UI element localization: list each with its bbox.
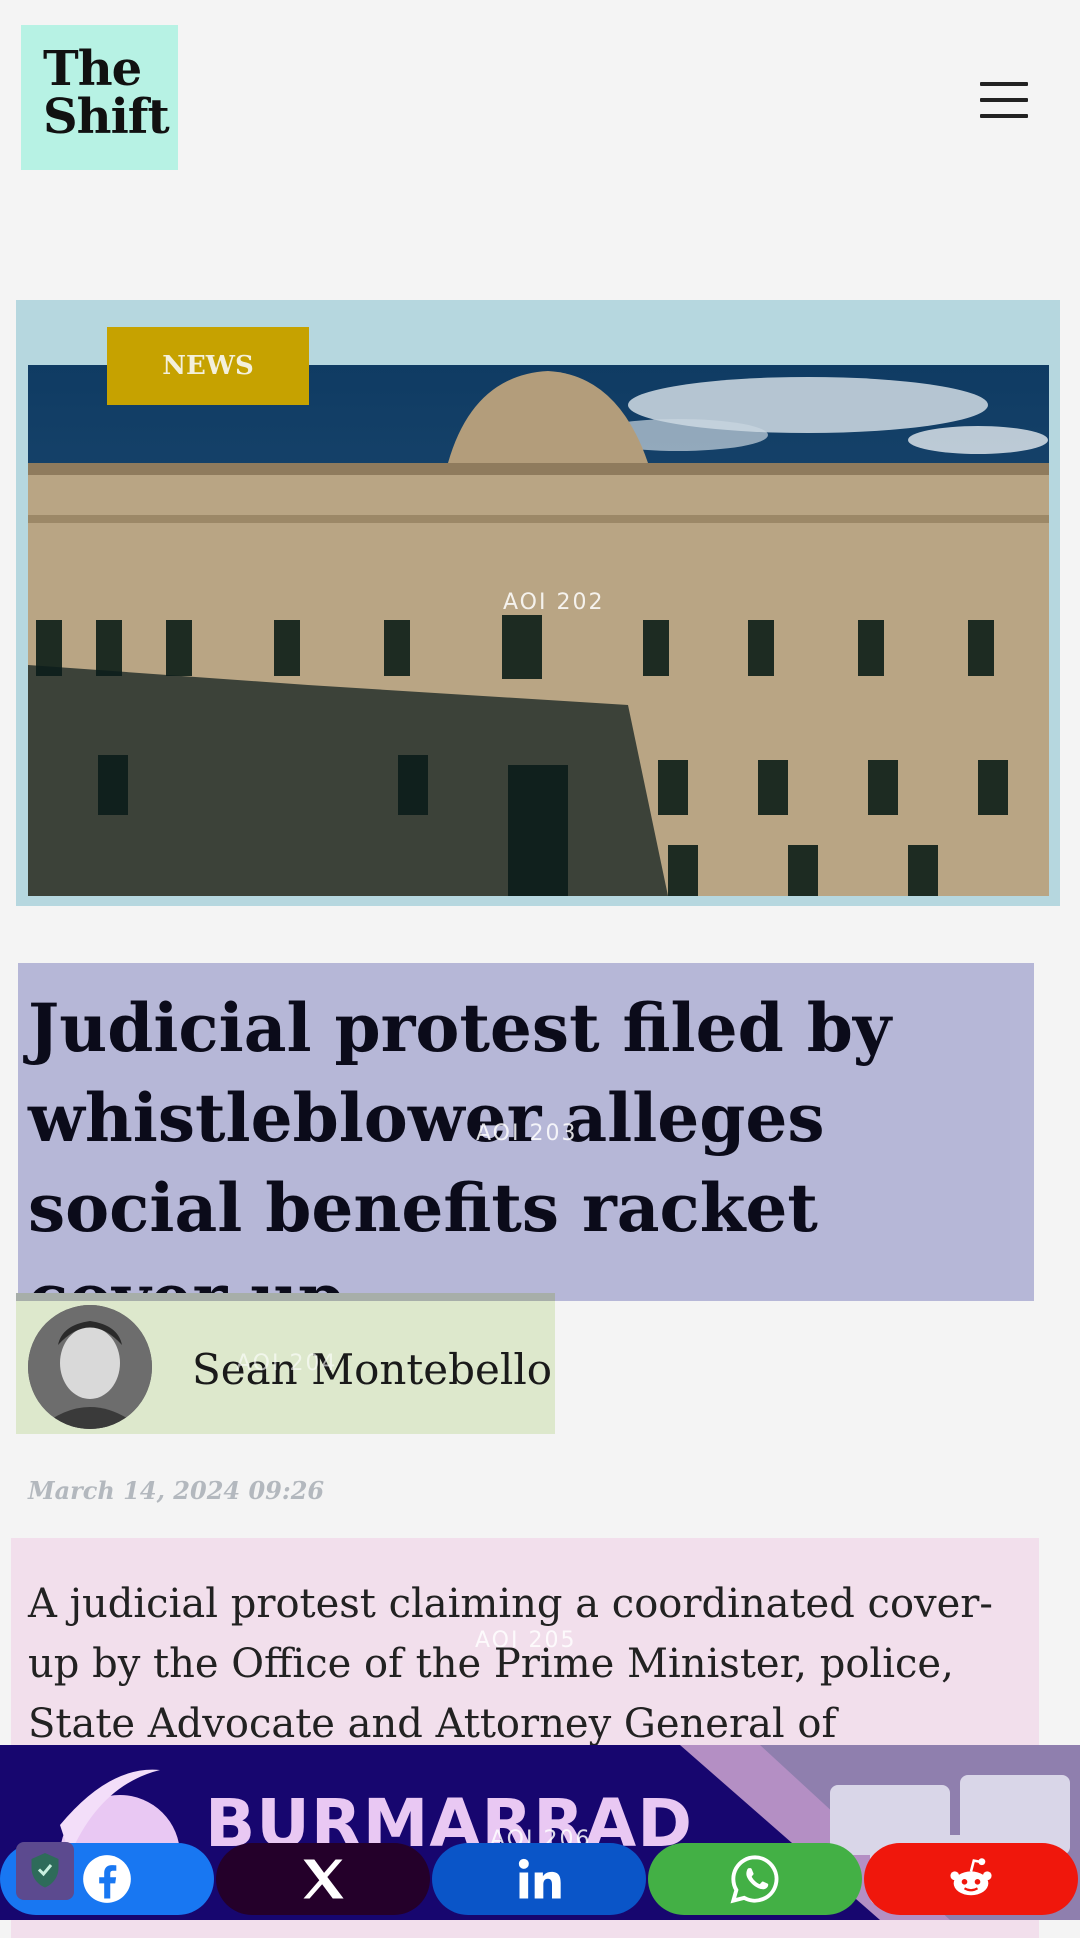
- hero-image: AOI 202: [28, 365, 1049, 896]
- hamburger-icon[interactable]: [980, 82, 1028, 122]
- facebook-icon: [83, 1855, 131, 1903]
- whatsapp-icon: [730, 1855, 779, 1904]
- author-avatar: [28, 1305, 152, 1429]
- privacy-shield-icon[interactable]: [16, 1842, 74, 1900]
- reddit-icon: [950, 1858, 992, 1896]
- aoi-label-203: AOI 203: [476, 1121, 578, 1146]
- author-block[interactable]: Sean Montebello AOI 204: [16, 1293, 555, 1434]
- linkedin-icon: [518, 1858, 561, 1899]
- share-linkedin-button[interactable]: [432, 1843, 646, 1915]
- publish-date: March 14, 2024 09:26: [28, 1476, 325, 1505]
- share-x-button[interactable]: [216, 1843, 430, 1915]
- logo-text: The Shift: [43, 41, 170, 145]
- share-bar: [0, 1843, 1080, 1915]
- logo-line-1: The: [43, 41, 142, 97]
- aoi-label-202: AOI 202: [503, 590, 605, 615]
- share-whatsapp-button[interactable]: [648, 1843, 862, 1915]
- share-reddit-button[interactable]: [864, 1843, 1078, 1915]
- category-badge[interactable]: NEWS: [107, 327, 309, 405]
- aoi-label-205: AOI 205: [475, 1628, 577, 1653]
- logo-line-2: Shift: [43, 89, 170, 145]
- headline-container: Judicial protest filed by whistleblower …: [18, 963, 1034, 1337]
- article-body: A judicial protest claiming a coordinate…: [28, 1581, 993, 1747]
- site-logo[interactable]: The Shift: [21, 25, 178, 170]
- x-icon: [303, 1859, 344, 1899]
- aoi-label-204: AOI 204: [236, 1351, 338, 1376]
- article-headline: Judicial protest filed by whistleblower …: [28, 989, 892, 1337]
